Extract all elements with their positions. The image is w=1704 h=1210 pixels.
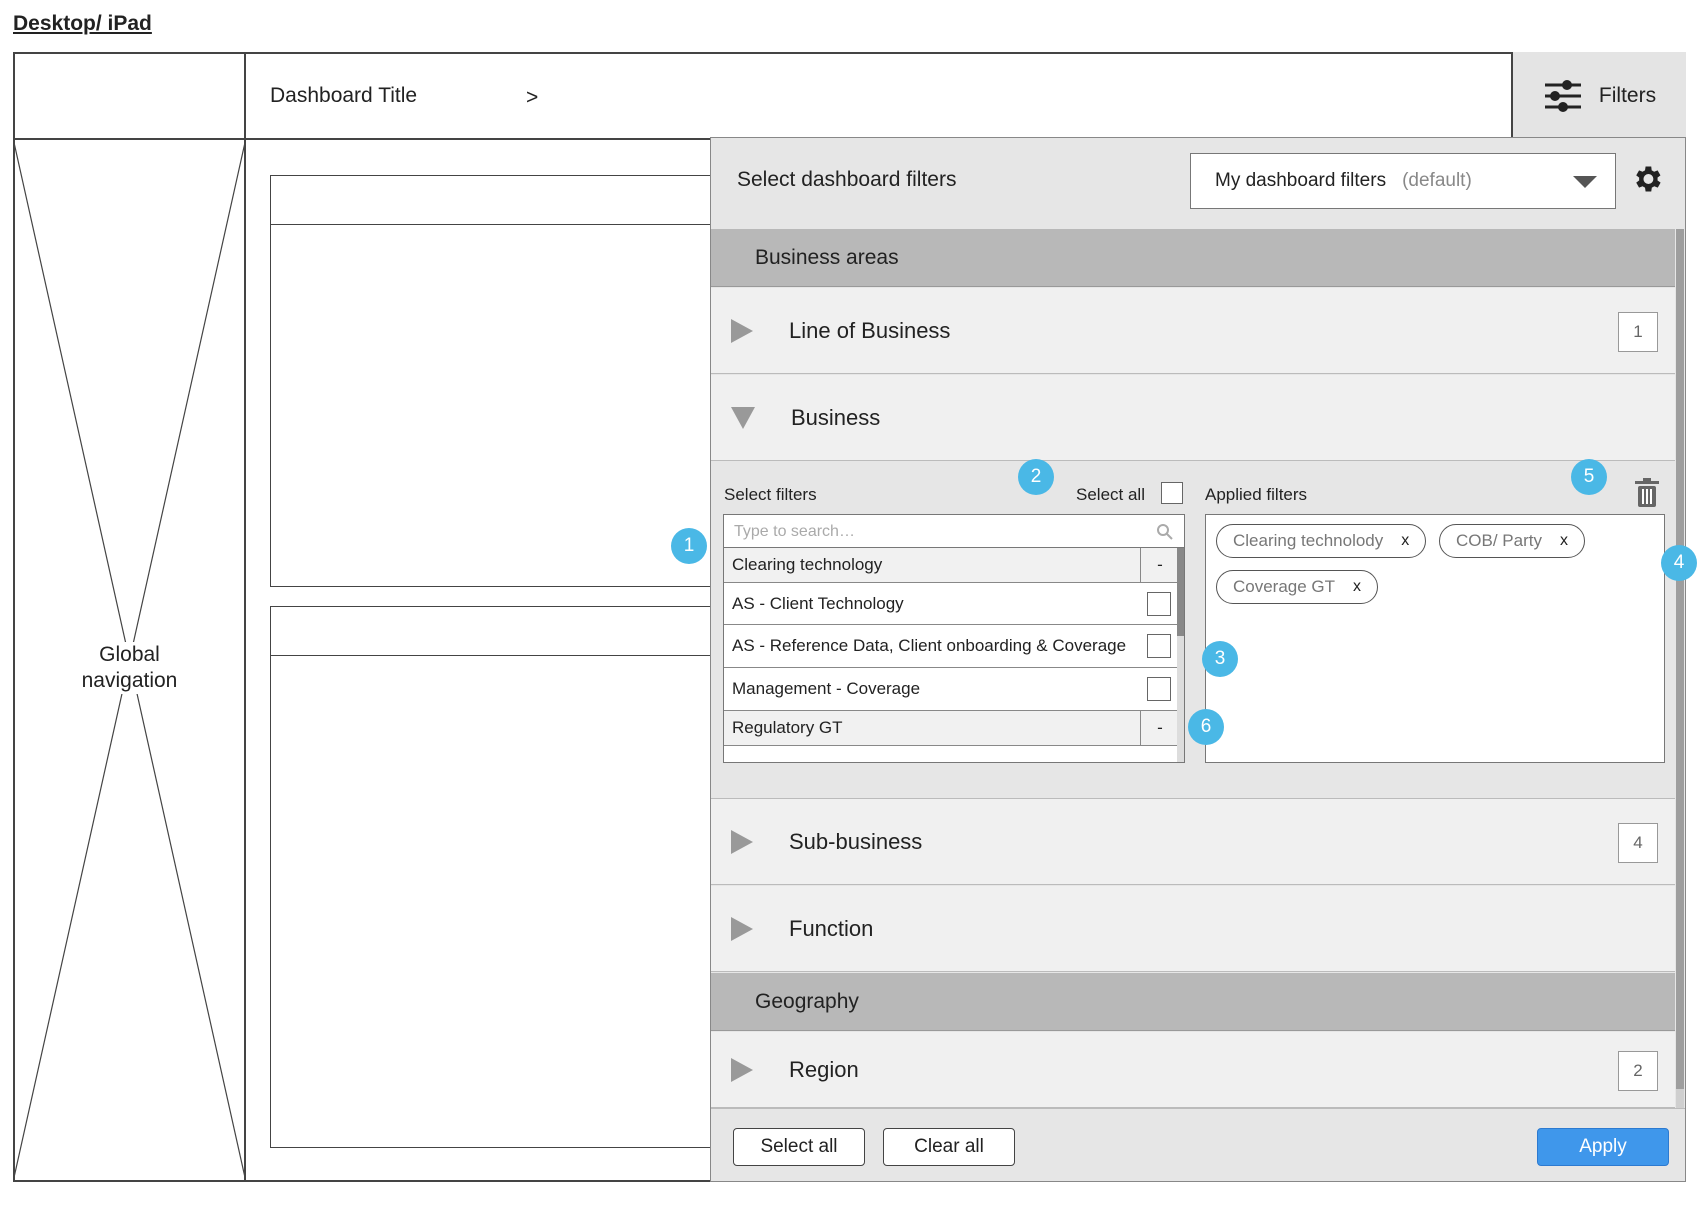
content-card-header bbox=[271, 607, 739, 656]
chip-label: Coverage GT bbox=[1233, 577, 1336, 596]
chevron-down-icon bbox=[1573, 176, 1597, 188]
filters-label: Filters bbox=[1598, 84, 1657, 107]
clear-all-button[interactable]: Clear all bbox=[883, 1128, 1015, 1166]
saved-filters-value: My dashboard filters bbox=[1215, 170, 1387, 191]
collapse-group-button[interactable]: - bbox=[1140, 711, 1179, 745]
chip-remove-icon[interactable]: x bbox=[1401, 532, 1409, 550]
expand-arrow-icon[interactable] bbox=[731, 318, 753, 343]
panel-scrollbar-thumb[interactable] bbox=[1676, 229, 1684, 1089]
dashboard-title: Dashboard Title bbox=[270, 84, 418, 107]
page-label: Desktop/ iPad bbox=[13, 12, 152, 35]
gear-icon[interactable] bbox=[1630, 162, 1664, 196]
nav-label-line2: navigation bbox=[77, 668, 182, 694]
annotation-marker: 5 bbox=[1571, 459, 1607, 495]
list-item-checkbox[interactable] bbox=[1147, 677, 1171, 701]
trash-icon[interactable] bbox=[1634, 478, 1660, 508]
list-item[interactable]: Management - Coverage bbox=[724, 668, 1179, 711]
filter-row-label: Line of Business bbox=[789, 317, 951, 343]
list-group-header[interactable]: Regulatory GT - bbox=[724, 711, 1179, 746]
chip-remove-icon[interactable]: x bbox=[1353, 578, 1361, 596]
select-all-label: Select all bbox=[1076, 485, 1145, 504]
saved-filters-dropdown[interactable]: My dashboard filters (default) bbox=[1190, 153, 1616, 209]
global-navigation-label: Global navigation bbox=[13, 642, 246, 694]
apply-button[interactable]: Apply bbox=[1537, 1128, 1669, 1166]
selected-count-badge: 4 bbox=[1618, 823, 1658, 863]
list-scrollbar-thumb[interactable] bbox=[1177, 548, 1184, 636]
sliders-icon bbox=[1544, 80, 1581, 112]
filter-row-sub-business[interactable]: Sub-business 4 bbox=[711, 799, 1675, 885]
section-business-areas: Business areas bbox=[711, 229, 1675, 287]
list-item-label: Regulatory GT bbox=[732, 718, 843, 737]
selected-count-badge: 1 bbox=[1618, 312, 1658, 352]
filter-panel-title: Select dashboard filters bbox=[737, 168, 957, 191]
filter-row-function[interactable]: Function bbox=[711, 886, 1675, 972]
selected-count-badge: 2 bbox=[1618, 1051, 1658, 1091]
filter-row-region[interactable]: Region 2 bbox=[711, 1032, 1675, 1108]
filter-row-business[interactable]: Business bbox=[711, 375, 1675, 461]
applied-filter-chip: Coverage GT x bbox=[1216, 570, 1379, 604]
filter-options-list: Clearing technology - AS - Client Techno… bbox=[723, 547, 1185, 763]
content-card-1 bbox=[270, 175, 740, 587]
annotation-marker: 1 bbox=[671, 528, 707, 564]
section-label: Business areas bbox=[755, 245, 899, 269]
list-item[interactable]: AS - Client Technology bbox=[724, 583, 1179, 625]
applied-filter-chip: Clearing technolody x bbox=[1216, 524, 1427, 558]
content-card-header bbox=[271, 176, 739, 225]
search-placeholder: Type to search… bbox=[734, 523, 855, 540]
select-all-button[interactable]: Select all bbox=[733, 1128, 865, 1166]
filter-row-line-of-business[interactable]: Line of Business 1 bbox=[711, 288, 1675, 374]
expand-arrow-icon[interactable] bbox=[731, 1057, 753, 1082]
chip-remove-icon[interactable]: x bbox=[1560, 532, 1568, 550]
list-item-label: Clearing technology bbox=[732, 555, 883, 574]
list-item-label: Management - Coverage bbox=[732, 679, 921, 698]
filter-search-input[interactable]: Type to search… bbox=[723, 514, 1185, 548]
top-bar bbox=[13, 52, 1686, 140]
select-filters-label: Select filters bbox=[724, 485, 817, 504]
expand-arrow-icon[interactable] bbox=[731, 916, 753, 941]
filter-row-label: Business bbox=[791, 404, 881, 430]
filter-row-label: Function bbox=[789, 915, 874, 941]
collapse-arrow-icon[interactable] bbox=[731, 406, 755, 429]
list-item-checkbox[interactable] bbox=[1147, 634, 1171, 658]
annotation-marker: 4 bbox=[1661, 545, 1697, 581]
chip-label: Clearing technolody bbox=[1233, 531, 1384, 550]
filter-row-label: Sub-business bbox=[789, 828, 923, 854]
list-item-label: AS - Client Technology bbox=[732, 593, 904, 613]
content-card-2 bbox=[270, 606, 740, 1148]
search-icon bbox=[1157, 524, 1173, 540]
nav-label-line1: Global bbox=[95, 642, 164, 668]
filters-toggle-button[interactable]: Filters bbox=[1511, 52, 1686, 140]
section-geography: Geography bbox=[711, 973, 1675, 1031]
list-item[interactable]: AS - Reference Data, Client onboarding &… bbox=[724, 625, 1179, 668]
collapse-group-button[interactable]: - bbox=[1140, 548, 1179, 582]
chip-label: COB/ Party bbox=[1456, 531, 1542, 550]
annotation-marker: 2 bbox=[1018, 459, 1054, 495]
saved-filters-default-note: (default) bbox=[1402, 170, 1472, 191]
select-all-checkbox[interactable] bbox=[1161, 482, 1183, 504]
list-item-checkbox[interactable] bbox=[1147, 591, 1171, 616]
section-label: Geography bbox=[755, 989, 859, 1013]
applied-filters-box: Clearing technolody x COB/ Party x Cover… bbox=[1205, 514, 1665, 763]
applied-filter-chip: COB/ Party x bbox=[1439, 524, 1585, 558]
filter-row-label: Region bbox=[789, 1056, 859, 1082]
annotation-marker: 6 bbox=[1188, 709, 1224, 745]
annotation-marker: 3 bbox=[1202, 641, 1238, 677]
list-group-header[interactable]: Clearing technology - bbox=[724, 548, 1179, 583]
applied-filters-label: Applied filters bbox=[1205, 485, 1308, 504]
breadcrumb-chevron[interactable]: > bbox=[526, 86, 538, 110]
expand-arrow-icon[interactable] bbox=[731, 829, 753, 854]
nav-top-cell bbox=[13, 52, 246, 140]
list-item-label: AS - Reference Data, Client onboarding &… bbox=[732, 636, 1127, 655]
